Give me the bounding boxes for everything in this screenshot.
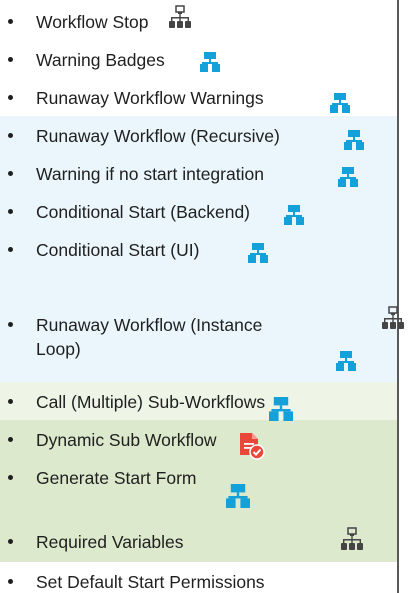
item-label: Workflow Stop — [36, 12, 149, 32]
workflow-blue-icon — [338, 167, 358, 187]
item-label: Runaway Workflow (Recursive) — [36, 126, 280, 146]
workflow-network-dark-icon — [169, 5, 191, 28]
list-item-set-default-start-permissions: Set Default Start Permissions — [0, 564, 397, 593]
workflow-network-dark-icon — [341, 527, 363, 550]
bullet — [8, 579, 13, 584]
item-label: Conditional Start (UI) — [36, 240, 200, 260]
bullet — [8, 475, 13, 480]
workflow-blue-icon — [248, 243, 268, 263]
bullet — [8, 247, 13, 252]
bullet — [8, 539, 13, 544]
item-label-line2: Loop) — [36, 339, 81, 359]
workflow-blue-icon — [330, 93, 350, 113]
item-label: Conditional Start (Backend) — [36, 202, 250, 222]
vertical-divider — [397, 0, 399, 593]
item-label: Runaway Workflow (Instance — [36, 315, 263, 335]
list-item-call-multiple-sub-workflows: Call (Multiple) Sub-Workflows — [0, 384, 397, 418]
workflow-blue-icon — [226, 484, 250, 508]
workflow-blue-icon — [200, 52, 220, 72]
workflow-blue-icon — [269, 397, 293, 421]
item-label: Required Variables — [36, 532, 184, 552]
workflow-blue-icon — [336, 351, 356, 371]
bullet — [8, 399, 13, 404]
item-label: Dynamic Sub Workflow — [36, 430, 217, 450]
list-item-warning-badges: Warning Badges — [0, 42, 397, 76]
item-label: Warning Badges — [36, 50, 165, 70]
item-label: Runaway Workflow Warnings — [36, 88, 264, 108]
bullet — [8, 95, 13, 100]
list-item-runaway-workflow-recursive: Runaway Workflow (Recursive) — [0, 118, 397, 152]
document-check-red-icon — [240, 433, 265, 460]
bullet — [8, 209, 13, 214]
bullet — [8, 322, 13, 327]
item-label: Set Default Start Permissions — [36, 572, 265, 592]
bullet — [8, 57, 13, 62]
workflow-network-dark-icon — [382, 306, 404, 329]
list-item-dynamic-sub-workflow: Dynamic Sub Workflow — [0, 422, 397, 456]
workflow-blue-icon — [344, 130, 364, 150]
bullet — [8, 437, 13, 442]
workflow-blue-icon — [284, 205, 304, 225]
list-item-conditional-start-backend: Conditional Start (Backend) — [0, 194, 397, 228]
list-item-workflow-stop: Workflow Stop — [0, 4, 397, 38]
bullet — [8, 19, 13, 24]
bullet — [8, 171, 13, 176]
item-label: Warning if no start integration — [36, 164, 264, 184]
bullet — [8, 133, 13, 138]
list-item-generate-start-form: Generate Start Form — [0, 460, 397, 494]
item-label: Call (Multiple) Sub-Workflows — [36, 392, 266, 412]
item-label: Generate Start Form — [36, 468, 197, 488]
list-item-required-variables: Required Variables — [0, 524, 397, 558]
list-item-conditional-start-ui: Conditional Start (UI) — [0, 232, 397, 266]
